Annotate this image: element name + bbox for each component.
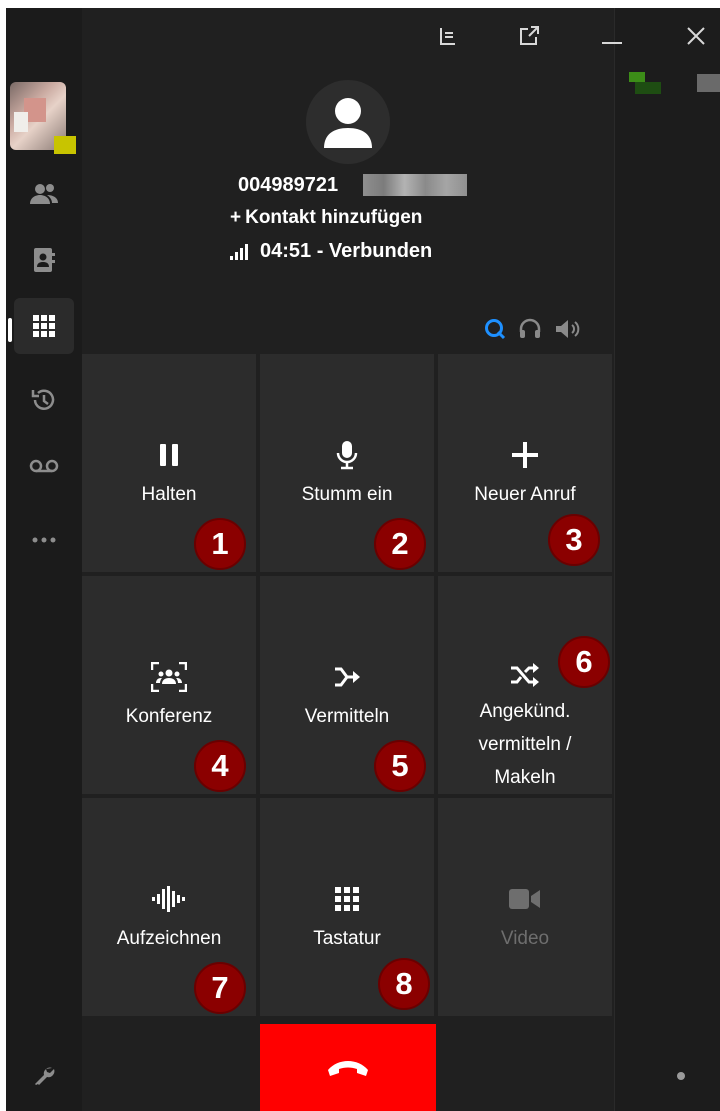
attended-transfer-label-line1: Angekünd. (479, 701, 571, 722)
audio-device-icons (484, 318, 580, 340)
add-contact-link[interactable]: + Kontakt hinzufügen (230, 207, 422, 229)
conference-icon (151, 662, 187, 692)
voicemail-icon[interactable] (14, 438, 74, 494)
close-icon[interactable] (678, 18, 714, 54)
keypad-icon (335, 887, 359, 911)
person-icon (324, 98, 372, 148)
dialpad-icon[interactable] (14, 298, 74, 354)
presence-pixel (697, 74, 720, 92)
annotation-badge: 1 (194, 518, 246, 570)
annotation-badge: 4 (194, 740, 246, 792)
microphone-icon (336, 441, 358, 470)
sidebar (6, 8, 82, 1111)
attended-transfer-label-line3: Makeln (494, 767, 556, 788)
presence-pixel (629, 72, 645, 82)
hangup-button[interactable] (260, 1024, 436, 1111)
redacted-digits (363, 174, 467, 196)
conference-label: Konferenz (125, 706, 213, 727)
quality-q-icon[interactable] (484, 318, 506, 340)
record-label: Aufzeichnen (116, 928, 222, 949)
transfer-icon (335, 667, 360, 687)
call-panel: 004989721 + Kontakt hinzufügen 04:51 - V… (82, 8, 614, 1111)
annotation-badge: 8 (378, 958, 430, 1010)
video-label: Video (500, 928, 550, 949)
history-icon[interactable] (14, 372, 74, 428)
presence-pixel (635, 82, 661, 94)
avatar-pixel (14, 112, 28, 132)
caller-avatar (306, 80, 390, 164)
call-status: 04:51 - Verbunden (230, 240, 432, 263)
presence-status-indicator[interactable] (54, 136, 76, 154)
settings-wrench-icon[interactable] (14, 1048, 74, 1104)
waveform-icon (152, 886, 185, 912)
more-icon[interactable] (14, 512, 74, 568)
annotation-badge: 3 (548, 514, 600, 566)
signal-strength-icon (230, 243, 248, 260)
shuffle-icon (511, 662, 539, 687)
titlebar (6, 8, 720, 62)
annotation-badge: 6 (558, 636, 610, 688)
attended-transfer-label: Angekünd. vermitteln / Makeln (479, 695, 572, 794)
contacts-icon[interactable] (14, 166, 74, 222)
attended-transfer-label-line2: vermitteln / (478, 734, 572, 755)
softphone-window: 004989721 + Kontakt hinzufügen 04:51 - V… (6, 8, 720, 1111)
add-contact-label: Kontakt hinzufügen (245, 207, 423, 228)
transfer-label: Vermitteln (304, 706, 390, 727)
end-call-icon (328, 1060, 368, 1076)
call-timer-status: 04:51 - Verbunden (260, 240, 433, 262)
pause-icon (160, 444, 178, 466)
popout-icon[interactable] (511, 18, 547, 54)
annotation-badge: 7 (194, 962, 246, 1014)
mute-label: Stumm ein (301, 484, 393, 505)
annotation-badge: 5 (374, 740, 426, 792)
active-indicator (8, 318, 12, 342)
headset-icon[interactable] (518, 318, 542, 340)
keypad-label: Tastatur (313, 928, 381, 949)
video-icon (509, 889, 540, 909)
new-call-label: Neuer Anruf (474, 484, 576, 505)
address-book-icon[interactable] (14, 232, 74, 288)
minimize-icon[interactable] (594, 18, 630, 54)
pager-dot (677, 1072, 685, 1080)
video-button[interactable]: Video (438, 798, 612, 1016)
panel-icon[interactable] (430, 18, 466, 54)
speaker-icon[interactable] (554, 318, 580, 340)
plus-icon: + (230, 207, 242, 228)
annotation-badge: 2 (374, 518, 426, 570)
side-panel (614, 8, 720, 1111)
hold-label: Halten (141, 484, 197, 505)
caller-number: 004989721 (238, 174, 339, 196)
plus-icon (512, 442, 538, 468)
